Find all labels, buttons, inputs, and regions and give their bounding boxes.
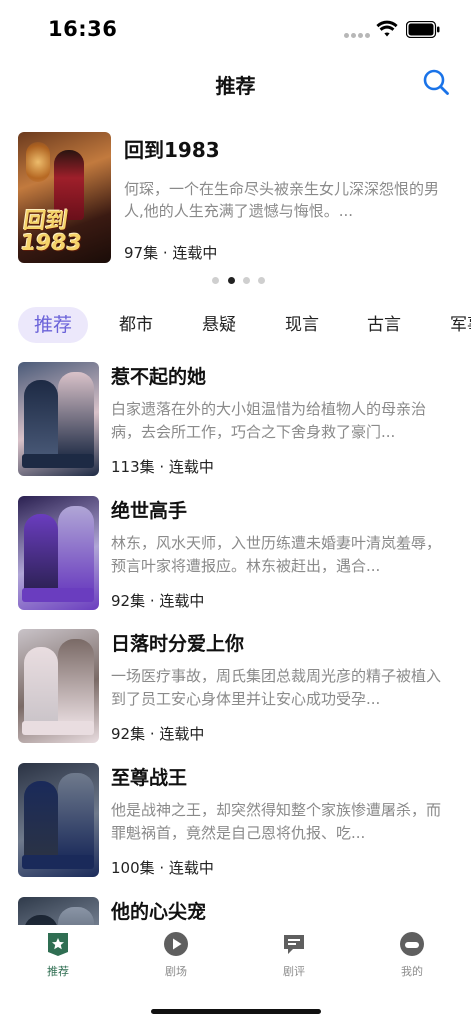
drama-episode-status: 100集 · 连载中 bbox=[111, 859, 214, 877]
page-title: 推荐 bbox=[215, 74, 256, 98]
list-item[interactable]: 至尊战王 他是战神之王，却突然得知整个家族惨遭屠杀，而罪魁祸首，竟然是自己恩将仇… bbox=[0, 761, 471, 883]
drama-description: 林东，风水天师，入世历练遭未婚妻叶清岚羞辱，预言叶家将遭报应。林东被赶出，遇合.… bbox=[111, 534, 442, 575]
drama-episode-status: 92集 · 连载中 bbox=[111, 592, 205, 610]
tab-profile[interactable]: 我的 bbox=[372, 931, 452, 979]
tab-label: 推荐 bbox=[47, 965, 69, 978]
banner-poster[interactable]: 回到1983 bbox=[18, 132, 111, 263]
drama-episode-status: 92集 · 连载中 bbox=[111, 725, 205, 743]
category-tab-military[interactable]: 军事 bbox=[450, 307, 471, 343]
banner-title[interactable]: 回到1983 bbox=[124, 134, 220, 163]
recommend-icon bbox=[48, 933, 68, 956]
play-icon bbox=[164, 932, 188, 956]
drama-poster[interactable] bbox=[18, 763, 99, 877]
tab-theater[interactable]: 剧场 bbox=[136, 931, 216, 979]
featured-banner[interactable]: 回到1983 回到1983 何琛，一个在生命尽头被亲生女儿深深怨恨的男人,他的人… bbox=[0, 130, 471, 270]
drama-poster[interactable] bbox=[18, 629, 99, 743]
drama-title[interactable]: 惹不起的她 bbox=[111, 362, 206, 389]
pager-dot[interactable] bbox=[258, 277, 265, 284]
drama-poster[interactable] bbox=[18, 496, 99, 610]
profile-icon bbox=[400, 932, 424, 956]
status-time: 16:36 bbox=[48, 17, 118, 41]
wifi-icon bbox=[376, 20, 398, 37]
tab-label: 剧场 bbox=[165, 965, 187, 978]
battery-icon bbox=[406, 21, 440, 38]
nav-bar: 推荐 bbox=[0, 60, 471, 110]
pager-dot-active[interactable] bbox=[228, 277, 235, 284]
category-tab-urban[interactable]: 都市 bbox=[119, 307, 153, 343]
pager-dot[interactable] bbox=[243, 277, 250, 284]
tab-recommend[interactable]: 推荐 bbox=[18, 931, 98, 979]
banner-poster-title: 回到1983 bbox=[18, 209, 84, 256]
drama-poster[interactable] bbox=[18, 362, 99, 476]
drama-title[interactable]: 他的心尖宠 bbox=[111, 897, 206, 924]
tab-label: 我的 bbox=[401, 965, 423, 978]
signal-dots-icon bbox=[344, 33, 370, 39]
drama-title[interactable]: 日落时分爱上你 bbox=[111, 629, 244, 656]
category-tab-recommend[interactable]: 推荐 bbox=[18, 307, 89, 343]
list-item[interactable]: 惹不起的她 白家遗落在外的大小姐温惜为给植物人的母亲治病，去会所工作，巧合之下舍… bbox=[0, 360, 471, 482]
search-icon[interactable] bbox=[422, 68, 450, 96]
category-tabs: 推荐 都市 悬疑 现言 古言 军事 bbox=[0, 305, 471, 347]
drama-title[interactable]: 绝世高手 bbox=[111, 496, 187, 523]
drama-title[interactable]: 至尊战王 bbox=[111, 763, 187, 790]
tab-reviews[interactable]: 剧评 bbox=[254, 931, 334, 979]
category-tab-modern-romance[interactable]: 现言 bbox=[285, 307, 319, 343]
drama-description: 他是战神之王，却突然得知整个家族惨遭屠杀，而罪魁祸首，竟然是自己恩将仇报、吃..… bbox=[111, 801, 442, 842]
comment-icon bbox=[284, 935, 304, 954]
home-indicator bbox=[151, 1009, 321, 1014]
category-tab-ancient-romance[interactable]: 古言 bbox=[367, 307, 401, 343]
banner-episode-status: 97集 · 连载中 bbox=[124, 244, 218, 262]
tab-label: 剧评 bbox=[283, 965, 305, 978]
list-item[interactable]: 绝世高手 林东，风水天师，入世历练遭未婚妻叶清岚羞辱，预言叶家将遭报应。林东被赶… bbox=[0, 494, 471, 616]
category-tab-suspense[interactable]: 悬疑 bbox=[202, 307, 236, 343]
drama-episode-status: 113集 · 连载中 bbox=[111, 458, 214, 476]
banner-description: 何琛，一个在生命尽头被亲生女儿深深怨恨的男人,他的人生充满了遗憾与悔恨。... bbox=[124, 180, 440, 220]
drama-description: 白家遗落在外的大小姐温惜为给植物人的母亲治病，去会所工作，巧合之下舍身救了豪门.… bbox=[111, 400, 427, 441]
drama-description: 一场医疗事故，周氏集团总裁周光彦的精子被植入到了员工安心身体里并让安心成功受孕.… bbox=[111, 667, 442, 708]
banner-pager[interactable] bbox=[212, 277, 272, 285]
list-item[interactable]: 日落时分爱上你 一场医疗事故，周氏集团总裁周光彦的精子被植入到了员工安心身体里并… bbox=[0, 627, 471, 749]
status-bar: 16:36 bbox=[0, 0, 471, 60]
pager-dot[interactable] bbox=[212, 277, 219, 284]
